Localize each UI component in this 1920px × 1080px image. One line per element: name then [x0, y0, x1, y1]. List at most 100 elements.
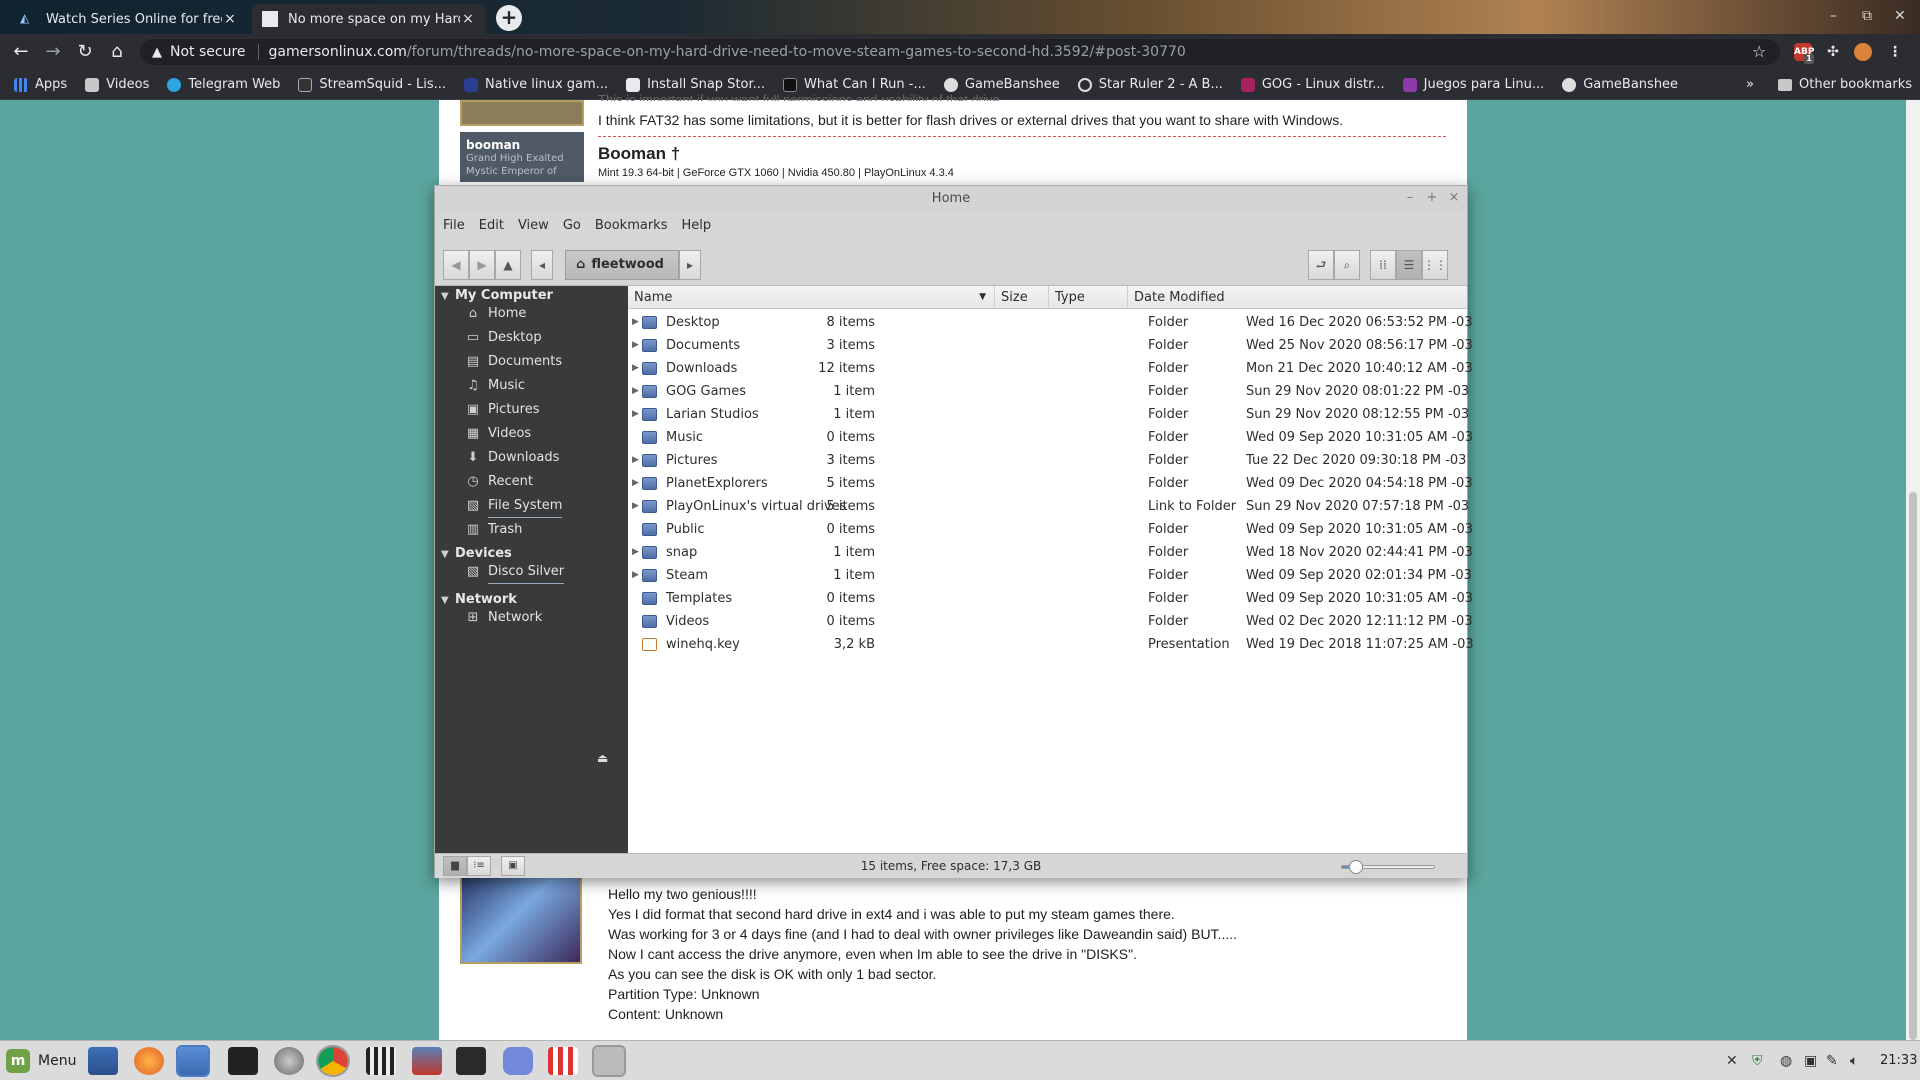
- device-tray-icon[interactable]: ▣: [1804, 1053, 1817, 1069]
- reload-icon[interactable]: ↻: [74, 41, 96, 63]
- video-editor-icon[interactable]: [366, 1047, 396, 1075]
- close-tab-icon[interactable]: ×: [222, 11, 238, 27]
- popcorn-icon[interactable]: [548, 1047, 578, 1075]
- section-network[interactable]: ▼ Network: [441, 592, 517, 607]
- bookmark-gamebanshee-2[interactable]: GameBanshee: [1562, 77, 1678, 92]
- more-bookmarks-chevron-icon[interactable]: »: [1746, 77, 1754, 92]
- table-row[interactable]: ▶ GOG Games 1 item Folder Sun 29 Nov 2020 08…: [628, 380, 1469, 403]
- game-launcher-icon[interactable]: [456, 1047, 486, 1075]
- toggle-location-icon[interactable]: ⮐: [1308, 250, 1334, 280]
- close-notification-icon[interactable]: ✕: [1726, 1053, 1738, 1069]
- discord-icon[interactable]: [503, 1047, 533, 1075]
- minimize-icon[interactable]: –: [1830, 8, 1837, 24]
- compact-view-icon[interactable]: ⋮⋮: [1422, 250, 1448, 280]
- up-arrow-icon[interactable]: ▲: [495, 250, 521, 280]
- avatar[interactable]: [460, 100, 584, 126]
- page-scrollbar-thumb[interactable]: [1909, 492, 1917, 1040]
- icon-view-icon[interactable]: ⁞⁞: [1370, 250, 1396, 280]
- table-row[interactable]: ▶ PlanetExplorers 5 items Folder Wed 09 Dec …: [628, 472, 1473, 495]
- menu-help[interactable]: Help: [681, 218, 711, 233]
- chrome-icon[interactable]: [316, 1045, 350, 1077]
- bookmark-gamebanshee[interactable]: GameBanshee: [943, 77, 1060, 92]
- avatar[interactable]: [460, 876, 582, 964]
- close-icon[interactable]: ×: [1447, 190, 1461, 206]
- sidebar-item-pictures[interactable]: ▣ Pictures: [465, 399, 540, 421]
- tools-icon[interactable]: [592, 1045, 626, 1077]
- table-row[interactable]: ▶ Desktop 8 items Folder Wed 16 Dec 2020 06:…: [628, 311, 1473, 334]
- sidebar-item-home[interactable]: ⌂ Home: [465, 303, 527, 325]
- menu-file[interactable]: File: [443, 218, 465, 233]
- sidebar-item-documents[interactable]: ▤ Documents: [465, 351, 562, 373]
- chrome-tray-icon[interactable]: ◍: [1780, 1053, 1792, 1069]
- zoom-slider-knob[interactable]: [1348, 860, 1363, 874]
- search-icon[interactable]: ⌕: [1334, 250, 1360, 280]
- zoom-slider[interactable]: [1341, 860, 1435, 874]
- expander-triangle-icon[interactable]: ▶: [632, 564, 639, 587]
- bookmark-telegram[interactable]: Telegram Web: [167, 77, 280, 92]
- table-row[interactable]: Videos 0 items Folder Wed 02 Dec 2020 12:11…: [628, 610, 1473, 633]
- table-row[interactable]: Templates 0 items Folder Wed 09 Sep 2020 10…: [628, 587, 1473, 610]
- sidebar-item-file-system[interactable]: ▧ File System: [465, 495, 563, 518]
- path-right-chevron-icon[interactable]: ▸: [679, 250, 701, 280]
- forward-arrow-icon[interactable]: ▶: [469, 250, 495, 280]
- post-username[interactable]: booman: [466, 138, 578, 152]
- column-header-size[interactable]: Size: [995, 286, 1049, 309]
- breadcrumb-home[interactable]: ⌂ fleetwood: [565, 250, 679, 280]
- system-tool-icon[interactable]: [274, 1047, 304, 1075]
- bookmark-gog[interactable]: GOG - Linux distr...: [1240, 77, 1385, 92]
- sidebar-item-network[interactable]: ⊞ Network: [465, 607, 543, 629]
- new-tab-button[interactable]: +: [496, 5, 522, 31]
- expander-triangle-icon[interactable]: ▶: [632, 472, 639, 495]
- restore-icon[interactable]: ⧉: [1862, 8, 1872, 24]
- bookmark-star-icon[interactable]: ☆: [1752, 42, 1766, 61]
- bookmark-juegos[interactable]: Juegos para Linu...: [1402, 77, 1544, 92]
- bookmark-star-ruler[interactable]: Star Ruler 2 - A B...: [1077, 77, 1223, 92]
- table-row[interactable]: ▶ Downloads 12 items Folder Mon 21 Dec 2020 …: [628, 357, 1473, 380]
- table-row[interactable]: Public 0 items Folder Wed 09 Sep 2020 10:31…: [628, 518, 1473, 541]
- sidebar-item-trash[interactable]: ▥ Trash: [465, 519, 523, 541]
- column-header-type[interactable]: Type: [1049, 286, 1128, 309]
- table-row[interactable]: Music 0 items Folder Wed 09 Sep 2020 10:31:…: [628, 426, 1473, 449]
- back-arrow-icon[interactable]: ←: [10, 41, 32, 63]
- bookmark-what-can-i-run[interactable]: What Can I Run -...: [783, 77, 926, 92]
- table-row[interactable]: winehq.key 3,2 kB Presentation Wed 19 Dec 2…: [628, 633, 1474, 656]
- expander-triangle-icon[interactable]: ▶: [632, 334, 639, 357]
- path-left-chevron-icon[interactable]: ◂: [531, 250, 553, 280]
- other-bookmarks[interactable]: Other bookmarks: [1778, 77, 1912, 92]
- sidebar-item-recent[interactable]: ◷ Recent: [465, 471, 533, 493]
- table-row[interactable]: ▶ Pictures 3 items Folder Tue 22 Dec 2020 09…: [628, 449, 1467, 472]
- menu-go[interactable]: Go: [563, 218, 581, 233]
- bookmark-streamsquid[interactable]: StreamSquid - Lis...: [298, 77, 446, 92]
- mint-menu-button[interactable]: m Menu: [6, 1049, 76, 1073]
- minimize-icon[interactable]: –: [1403, 190, 1417, 206]
- profile-avatar[interactable]: [1854, 43, 1872, 61]
- security-shield-icon[interactable]: ⛨: [1752, 1053, 1763, 1069]
- expander-triangle-icon[interactable]: ▶: [632, 403, 639, 426]
- shield-app-icon[interactable]: [412, 1047, 442, 1075]
- list-view-icon[interactable]: ☰: [1396, 250, 1422, 280]
- bookmark-videos[interactable]: Videos: [85, 77, 149, 92]
- eject-icon[interactable]: ⏏: [597, 751, 608, 765]
- back-arrow-icon[interactable]: ◀: [443, 250, 469, 280]
- volume-icon[interactable]: 🔈︎: [1850, 1053, 1858, 1069]
- expander-triangle-icon[interactable]: ▶: [632, 541, 639, 564]
- table-row[interactable]: ▶ PlayOnLinux's virtual drives 5 items Link…: [628, 495, 1469, 518]
- column-header-date-modified[interactable]: Date Modified: [1128, 286, 1467, 309]
- close-tab-icon[interactable]: ×: [460, 11, 476, 27]
- tab-watch-series[interactable]: ◭ Watch Series Online for free, F ×: [10, 4, 248, 34]
- bookmark-native-linux[interactable]: Native linux gam...: [464, 77, 608, 92]
- table-row[interactable]: ▶ snap 1 item Folder Wed 18 Nov 2020 02:44:4…: [628, 541, 1473, 564]
- forward-arrow-icon[interactable]: →: [42, 41, 64, 63]
- maximize-icon[interactable]: +: [1425, 190, 1439, 206]
- menu-bookmarks[interactable]: Bookmarks: [595, 218, 668, 233]
- show-desktop-icon[interactable]: [88, 1047, 118, 1075]
- terminal-icon[interactable]: [228, 1047, 258, 1075]
- column-header-name[interactable]: Name ▼: [628, 286, 995, 309]
- menu-edit[interactable]: Edit: [479, 218, 504, 233]
- files-icon[interactable]: [176, 1045, 210, 1077]
- url-input[interactable]: ▲ Not secure gamersonlinux.com /forum/th…: [140, 39, 1780, 65]
- bookmark-apps[interactable]: Apps: [14, 77, 67, 92]
- table-row[interactable]: ▶ Larian Studios 1 item Folder Sun 29 Nov 20…: [628, 403, 1469, 426]
- security-label[interactable]: Not secure: [170, 44, 246, 60]
- expander-triangle-icon[interactable]: ▶: [632, 449, 639, 472]
